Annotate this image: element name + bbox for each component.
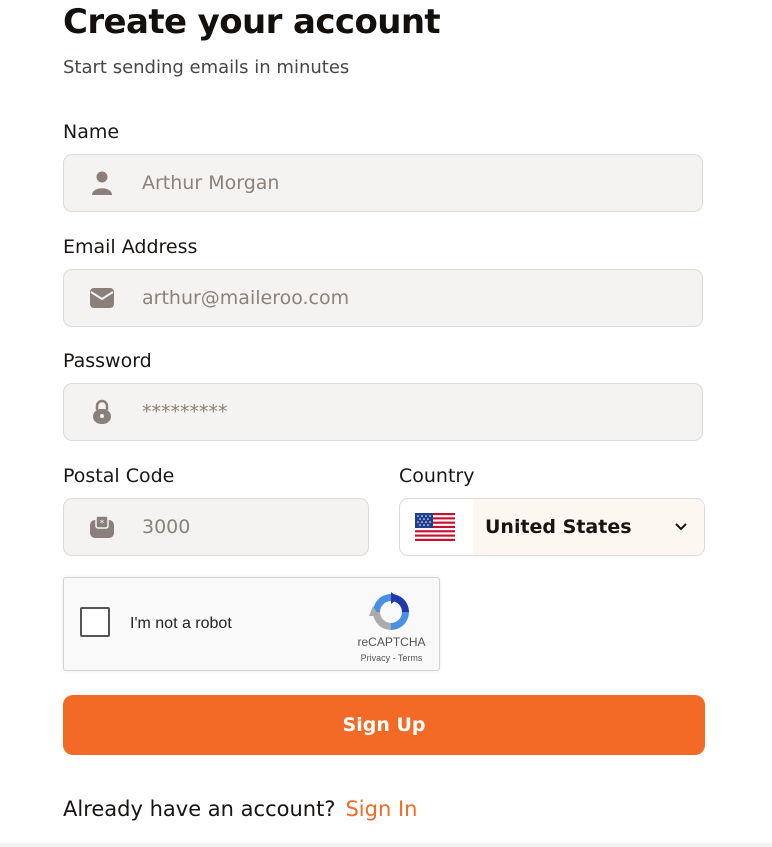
password-label: Password (63, 350, 152, 372)
name-label: Name (63, 121, 120, 143)
us-flag-icon (415, 513, 455, 541)
country-select[interactable]: United States (399, 498, 705, 556)
svg-text:*: * (100, 519, 105, 529)
user-icon (84, 165, 120, 201)
sign-in-link[interactable]: Sign In (345, 797, 417, 821)
recaptcha-checkbox[interactable] (80, 607, 110, 637)
recaptcha-label: I'm not a robot (130, 615, 232, 632)
signin-prompt-text: Already have an account? (63, 797, 336, 821)
page-subtitle: Start sending emails in minutes (63, 57, 350, 78)
mailbox-icon: * (84, 509, 120, 545)
signin-prompt: Already have an account? Sign In (63, 797, 417, 821)
country-select-value-area[interactable]: United States (473, 499, 704, 555)
country-label: Country (399, 465, 475, 487)
country-value: United States (485, 516, 632, 538)
sign-up-button[interactable]: Sign Up (63, 695, 705, 755)
recaptcha-brand: reCAPTCHA (357, 635, 426, 649)
page-title: Create your account (63, 2, 441, 42)
email-label: Email Address (63, 236, 198, 258)
recaptcha-links[interactable]: Privacy - Terms (354, 653, 429, 663)
email-input[interactable] (140, 286, 624, 310)
name-field[interactable] (63, 154, 703, 212)
envelope-icon (84, 280, 120, 316)
recaptcha-logo-icon (369, 592, 409, 630)
postal-code-label: Postal Code (63, 465, 175, 487)
password-input[interactable] (140, 400, 624, 424)
postal-code-input[interactable] (140, 515, 324, 539)
postal-code-field[interactable]: * (63, 498, 369, 556)
page-bottom-divider (0, 843, 772, 847)
email-field[interactable] (63, 269, 703, 327)
recaptcha-widget: I'm not a robot reCAPTCHA Privacy - Term… (63, 577, 440, 671)
lock-icon (84, 394, 120, 430)
name-input[interactable] (140, 171, 624, 195)
password-field[interactable] (63, 383, 703, 441)
chevron-down-icon[interactable] (674, 522, 688, 532)
